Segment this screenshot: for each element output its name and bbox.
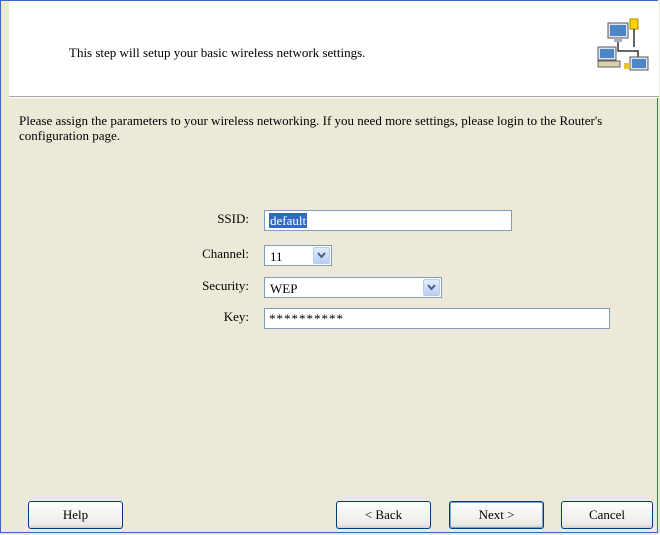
back-button[interactable]: < Back bbox=[336, 501, 431, 529]
wizard-window: This step will setup your basic wireless… bbox=[0, 0, 659, 533]
network-computers-icon bbox=[594, 15, 654, 75]
chevron-down-icon[interactable] bbox=[313, 247, 330, 264]
step-description: This step will setup your basic wireless… bbox=[69, 45, 366, 60]
wizard-header: This step will setup your basic wireless… bbox=[9, 1, 659, 96]
key-field[interactable]: ********** bbox=[264, 308, 610, 329]
security-select[interactable]: WEP bbox=[264, 277, 442, 298]
security-label: Security: bbox=[202, 278, 249, 293]
header-divider bbox=[9, 96, 659, 98]
channel-select[interactable]: 11 bbox=[264, 245, 332, 266]
chevron-down-icon[interactable] bbox=[423, 279, 440, 296]
ssid-field[interactable]: default bbox=[264, 210, 512, 231]
channel-value: 11 bbox=[270, 249, 283, 264]
help-button[interactable]: Help bbox=[28, 501, 123, 529]
next-button[interactable]: Next > bbox=[449, 501, 544, 529]
key-label: Key: bbox=[223, 309, 249, 324]
security-value: WEP bbox=[270, 281, 298, 296]
ssid-value: default bbox=[269, 213, 308, 228]
intro-text: Please assign the parameters to your wir… bbox=[19, 113, 603, 143]
cancel-button[interactable]: Cancel bbox=[561, 501, 653, 529]
channel-label: Channel: bbox=[202, 246, 249, 261]
ssid-label: SSID: bbox=[217, 211, 249, 226]
